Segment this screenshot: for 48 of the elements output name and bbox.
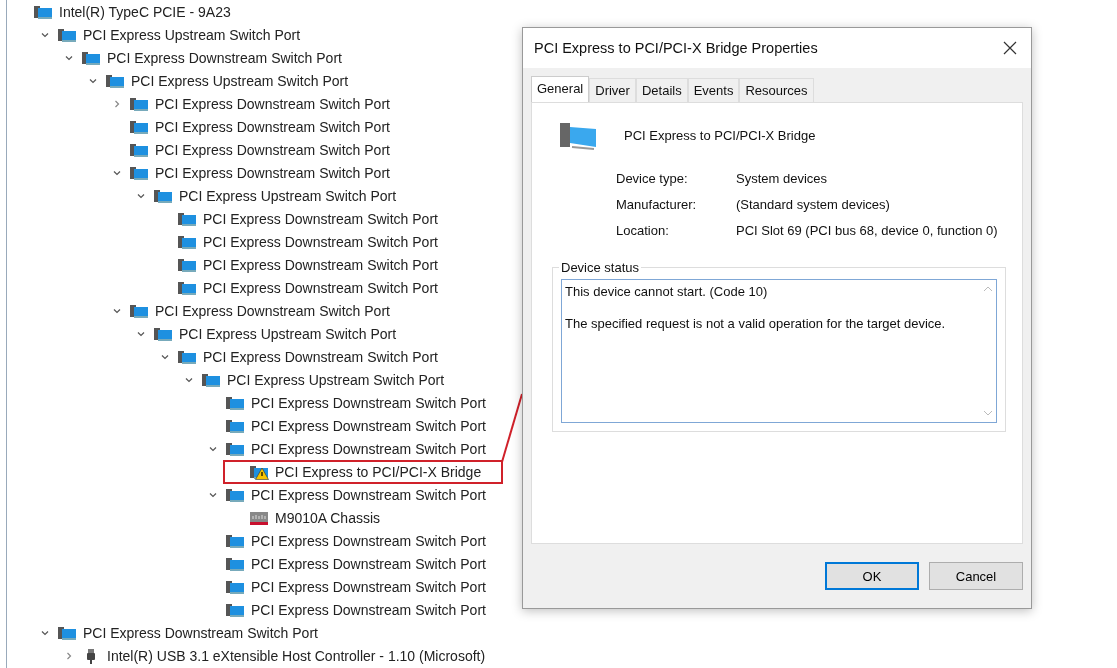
dialog-title: PCI Express to PCI/PCI-X Bridge Properties [534, 40, 818, 56]
tree-item[interactable]: PCI Express Downstream Switch Port [127, 301, 394, 320]
highlighted-tree-item[interactable]: PCI Express to PCI/PCI-X Bridge [225, 461, 502, 482]
tree-item[interactable]: PCI Express Downstream Switch Port [175, 232, 442, 251]
tree-item[interactable]: PCI Express Downstream Switch Port [127, 163, 394, 182]
tree-item[interactable]: Intel(R) TypeC PCIE - 9A23 [31, 2, 235, 21]
tab[interactable]: Resources [739, 78, 814, 102]
status-text: This device cannot start. (Code 10) [565, 284, 769, 299]
tree-item[interactable]: PCI Express Upstream Switch Port [151, 186, 401, 205]
property-value: System devices [736, 171, 829, 186]
property-label: Location: [616, 223, 670, 238]
device-name: PCI Express to PCI/PCI-X Bridge [624, 127, 816, 143]
tree-item[interactable]: PCI Express Downstream Switch Port [55, 623, 322, 642]
tree-item[interactable]: PCI Express Downstream Switch Port [79, 48, 346, 67]
tree-item[interactable]: PCI Express Downstream Switch Port [127, 94, 394, 113]
tree-item[interactable]: PCI Express Downstream Switch Port [175, 347, 442, 366]
tree-item[interactable]: Intel(R) USB 3.1 eXtensible Host Controller - 1.10 (Microsoft) [79, 646, 490, 665]
property-value: PCI Slot 69 (PCI bus 68, device 0, function 0) [736, 223, 999, 238]
tree-item[interactable]: PCI Express Upstream Switch Port [103, 71, 353, 90]
tree-item[interactable]: PCI Express Downstream Switch Port [175, 255, 442, 274]
tree-item[interactable]: PCI Express Downstream Switch Port [223, 416, 490, 435]
status-text-box[interactable]: This device cannot start. (Code 10) The specified request is not a valid operation for the target device. [561, 279, 997, 423]
tree-item[interactable]: PCI Express Downstream Switch Port [223, 600, 490, 619]
tree-item[interactable]: PCI Express Upstream Switch Port [55, 25, 305, 44]
cancel-button[interactable]: Cancel [929, 562, 1023, 590]
tree-item[interactable]: PCI Express Downstream Switch Port [223, 485, 490, 504]
tree-item[interactable]: PCI Express Downstream Switch Port [175, 209, 442, 228]
tab[interactable]: Events [687, 78, 740, 102]
group-label: Device status [560, 260, 641, 275]
tree-item[interactable]: PCI Express Downstream Switch Port [223, 531, 490, 550]
tree-item[interactable]: PCI Express Downstream Switch Port [127, 117, 394, 136]
status-text: The specified request is not a valid operation for the target device. [565, 316, 947, 331]
tree-item[interactable]: PCI Express Upstream Switch Port [151, 324, 401, 343]
tab[interactable]: Details [635, 78, 688, 102]
tree-item[interactable]: PCI Express Downstream Switch Port [223, 393, 490, 412]
tree-item[interactable]: PCI Express Downstream Switch Port [223, 439, 490, 458]
tab[interactable]: General [531, 76, 590, 102]
tree-item[interactable]: PCI Express Downstream Switch Port [175, 278, 442, 297]
tree-item[interactable]: M9010A Chassis [247, 508, 385, 527]
tree-item[interactable]: PCI Express Downstream Switch Port [127, 140, 394, 159]
property-label: Manufacturer: [616, 197, 698, 212]
ok-button[interactable]: OK [825, 562, 919, 590]
tree-item[interactable]: PCI Express Downstream Switch Port [223, 554, 490, 573]
property-value: (Standard system devices) [736, 197, 891, 212]
property-label: Device type: [616, 171, 689, 186]
tab[interactable]: Driver [589, 78, 636, 102]
tree-item[interactable]: PCI Express Upstream Switch Port [199, 370, 449, 389]
tree-item[interactable]: PCI Express Downstream Switch Port [223, 577, 490, 596]
